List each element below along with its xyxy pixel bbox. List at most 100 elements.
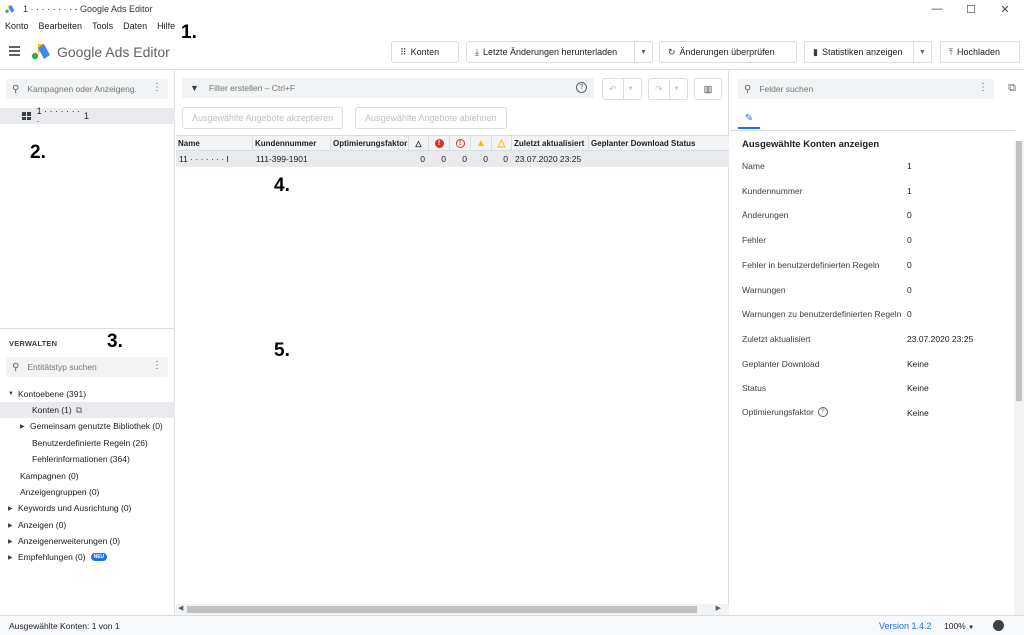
annotation-4: 4. [274,175,290,196]
theme-toggle-icon[interactable] [993,620,1004,631]
prop-value-errors: 0 [907,235,912,245]
tree-label: Anzeigen (0) [18,520,67,530]
col-customer-id[interactable]: Kundennummer [253,136,331,150]
col-changes[interactable]: △ [409,136,429,150]
col-rule-warnings[interactable]: △ [492,136,512,150]
prop-label-optimization-text: Optimierungsfaktor [742,407,814,417]
col-errors[interactable]: ! [429,136,450,150]
tree-label: Benutzerdefinierte Regeln (26) [32,438,148,448]
redo-icon: ↷ [655,83,663,94]
upload-button[interactable]: ⤒ Hochladen [940,41,1020,63]
review-changes-button[interactable]: ↻ Änderungen überprüfen [659,41,797,63]
prop-label-errors: Fehler [742,235,767,245]
tree-kontoebene[interactable]: ▼ Kontoebene (391) [8,386,86,402]
divider [730,130,1015,131]
brand-name: Google Ads Editor [57,44,170,60]
menu-hilfe[interactable]: Hilfe [157,21,175,31]
download-changes-button[interactable]: ⤓ Letzte Änderungen herunterladen ▼ [466,41,653,63]
pencil-icon: ✎ [744,112,754,124]
cell-customer-id: 111-399-1901 [256,154,308,164]
scrollbar-thumb[interactable] [1016,141,1022,401]
konten-button[interactable]: ⠿ Konten [391,41,459,63]
undo-button[interactable]: ↶ ▼ [602,78,642,100]
tree-ads[interactable]: ▶ Anzeigen (0) [8,517,66,533]
menu-konto[interactable]: Konto [5,21,29,31]
table-row[interactable]: 11 · · · · · · · I 111-399-1901 0 0 0 0 … [176,151,729,167]
tree-label: Keywords und Ausrichtung (0) [18,503,132,513]
campaign-search-input[interactable] [27,84,138,94]
entity-search-input[interactable] [27,362,138,372]
prop-value-changes: 0 [907,210,912,220]
col-rule-errors[interactable]: ! [450,136,471,150]
filter-input[interactable] [208,83,459,93]
kebab-menu-icon[interactable]: ⋮ [152,360,162,371]
prop-value-scheduled-download: Keine [907,359,929,369]
help-icon[interactable]: ? [576,82,587,93]
col-name[interactable]: Name [176,136,253,150]
warning-outline-icon: △ [497,137,506,149]
tree-shared-library[interactable]: ▶ Gemeinsam genutzte Bibliothek (0) [20,418,163,434]
help-icon[interactable]: ? [817,407,828,417]
zoom-selector[interactable]: 100% ▼ [944,621,974,631]
tree-konten[interactable]: Konten (1) ⧉ [0,402,175,418]
kebab-menu-icon[interactable]: ⋮ [978,82,988,93]
status-bar: Ausgewählte Konten: 1 von 1 Version 1.4.… [0,615,1024,635]
search-icon: ⚲ [12,361,20,373]
close-button[interactable]: ✕ [988,0,1022,18]
upload-icon: ⤒ [949,46,953,57]
tree-campaigns[interactable]: Kampagnen (0) [20,468,79,484]
col-last-updated[interactable]: Zuletzt aktualisiert [512,136,589,150]
prop-label-name: Name [742,161,765,171]
col-warnings[interactable]: ▲ [471,136,492,150]
reject-offers-button[interactable]: Ausgewählte Angebote ablehnen [355,107,507,129]
col-opt-score[interactable]: Optimierungsfaktor [331,136,409,150]
horizontal-scrollbar[interactable]: ◀ ▶ [176,604,729,615]
menu-bearbeiten[interactable]: Bearbeiten [39,21,83,31]
account-row[interactable]: 1 · · · · · · · · 1 [0,106,175,126]
triangle-outline-icon: △ [415,138,422,148]
menu-daten[interactable]: Daten [123,21,147,31]
redo-button[interactable]: ↷ ▼ [648,78,688,100]
statistics-button[interactable]: ▮ Statistiken anzeigen ▼ [804,41,932,63]
cell-rule-warnings: 0 [503,154,508,164]
open-external-icon[interactable]: ⧉ [1008,82,1016,95]
review-label: Änderungen überprüfen [679,47,775,57]
vertical-scrollbar[interactable] [1014,141,1024,615]
statistics-dropdown-icon[interactable]: ▼ [913,42,931,62]
google-ads-app-icon [5,4,15,14]
tree-ad-groups[interactable]: Anzeigengruppen (0) [20,484,99,500]
grid-icon: ⠿ [400,46,407,57]
kebab-menu-icon[interactable]: ⋮ [152,82,162,93]
scroll-left-icon[interactable]: ◀ [178,604,183,612]
properties-panel: ⚲ ⋮ ⧉ ✎ Ausgewählte Konten anzeigen Name… [730,71,1024,615]
hamburger-menu-icon[interactable] [9,46,20,56]
minimize-button[interactable]: — [920,0,954,18]
redo-dropdown-icon[interactable]: ▼ [668,79,684,99]
column-layout-button[interactable]: ▥ [694,78,722,100]
entity-search-box: ⚲ ⋮ [6,357,168,377]
open-external-icon[interactable]: ⧉ [76,405,82,416]
prop-label-customer-id: Kundennummer [742,186,803,196]
tree-custom-rules[interactable]: Benutzerdefinierte Regeln (26) [32,435,148,451]
table-header: Name Kundennummer Optimierungsfaktor △ !… [176,135,729,151]
scroll-right-icon[interactable]: ▶ [716,604,721,612]
scrollbar-thumb[interactable] [187,606,697,613]
tree-error-info[interactable]: Fehlerinformationen (364) [32,451,130,467]
field-search-input[interactable] [759,84,870,94]
undo-dropdown-icon[interactable]: ▼ [622,79,638,99]
tree-recommendations[interactable]: ▶ Empfehlungen (0) NEU [8,549,108,565]
prop-label-status: Status [742,383,767,393]
version-link[interactable]: Version 1.4.2 [879,621,932,631]
accept-offers-button[interactable]: Ausgewählte Angebote akzeptieren [182,107,344,129]
prop-label-last-updated: Zuletzt aktualisiert [742,334,811,344]
edit-tab[interactable]: ✎ [738,109,760,129]
tree-label: Kampagnen (0) [20,471,79,481]
col-download-status[interactable]: Geplanter Download Status [589,136,729,150]
menu-tools[interactable]: Tools [92,21,113,31]
maximize-button[interactable]: ☐ [954,0,988,18]
prop-value-rule-warnings: 0 [907,309,912,319]
tree-ad-extensions[interactable]: ▶ Anzeigenerweiterungen (0) [8,533,120,549]
download-dropdown-icon[interactable]: ▼ [634,42,652,62]
prop-value-customer-id: 1 [907,186,912,196]
tree-keywords[interactable]: ▶ Keywords und Ausrichtung (0) [8,500,131,516]
